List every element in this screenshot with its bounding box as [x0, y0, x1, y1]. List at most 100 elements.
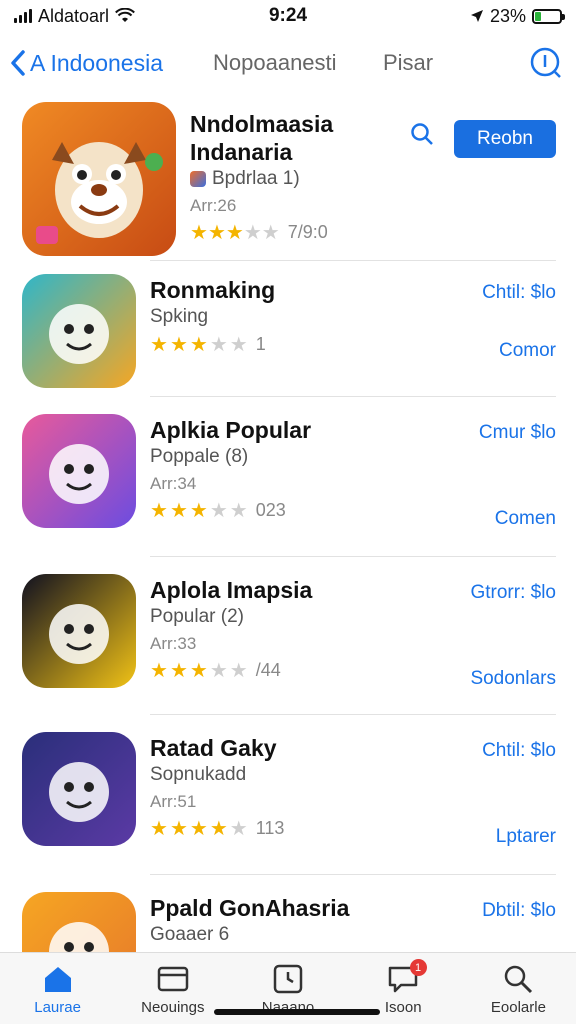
- price-label[interactable]: Chtil: $lo: [482, 282, 556, 304]
- chevron-left-icon: [11, 50, 25, 76]
- app-icon: [22, 274, 136, 388]
- rating: ★ ★ ★ ★ ★ 7/9:0: [190, 222, 333, 243]
- app-subtitle: Bpdrlaa 1): [190, 168, 333, 190]
- rating-count: 023: [255, 500, 286, 520]
- app-meta: Arr:51: [150, 792, 197, 811]
- battery-percent: 23%: [489, 5, 526, 26]
- star-icon: ★: [189, 817, 208, 840]
- rating: ★ ★ ★ ★ ★ 023: [150, 500, 311, 521]
- publisher-icon: [190, 171, 206, 187]
- app-info: Aplkia Popular Poppale (8) Arr:34 ★ ★ ★ ★ ★ 023: [150, 416, 311, 521]
- app-title-line2: Indanaria: [190, 139, 293, 165]
- price-label[interactable]: Gtrorr: $lo: [470, 582, 556, 604]
- action-link[interactable]: Sodonlars: [470, 668, 556, 690]
- home-indicator[interactable]: [214, 1009, 380, 1015]
- back-button[interactable]: A Indoonesia: [10, 50, 185, 77]
- star-icon: ★: [229, 333, 248, 356]
- action-link[interactable]: Comen: [495, 508, 556, 530]
- star-icon: ★: [169, 659, 188, 682]
- app-row[interactable]: Ronmaking Spking ★ ★ ★ ★ ★ 1 Chtil: $lo Comor: [0, 260, 576, 410]
- app-row[interactable]: Aplkia Popular Poppale (8) Arr:34 ★ ★ ★ ★ ★ 023 C…: [0, 396, 576, 550]
- star-icon: ★: [229, 659, 248, 682]
- rating: ★ ★ ★ ★ ★ 1: [150, 334, 275, 355]
- row-separator: [150, 874, 556, 875]
- search-icon: [530, 47, 561, 78]
- app-title: Ronmaking: [150, 277, 276, 303]
- clock-time: 9:24: [268, 5, 308, 26]
- row-separator: [150, 260, 556, 261]
- tab-label: Isoon: [384, 999, 422, 1016]
- star-icon: ★: [169, 499, 188, 522]
- app-icon: [22, 574, 136, 688]
- app-row[interactable]: Ratad Gaky Sopnukadd Arr:51 ★ ★ ★ ★ ★ 113 Chtil: …: [0, 714, 576, 868]
- location-arrow-icon: [470, 10, 483, 22]
- star-icon: ★: [189, 659, 208, 682]
- action-link[interactable]: Lptarer: [496, 826, 556, 848]
- price-label[interactable]: Cmur $lo: [479, 422, 556, 444]
- search-icon: [502, 963, 534, 995]
- home-icon: [42, 963, 74, 995]
- tab-search[interactable]: Eoolarle: [461, 953, 576, 1024]
- star-icon: ★: [261, 221, 280, 244]
- tab-label: Eoolarle: [490, 999, 546, 1016]
- star-icon: ★: [209, 659, 228, 682]
- status-bar: Aldatoarl 9:24 23%: [0, 0, 576, 32]
- app-meta: Arr:26: [190, 196, 237, 215]
- app-artwork-icon: [49, 444, 109, 504]
- star-icon: ★: [209, 817, 228, 840]
- clock-icon: [272, 963, 304, 995]
- app-subtitle-text: Bpdrlaa 1): [212, 168, 300, 189]
- app-artwork-icon: [49, 304, 109, 364]
- star-icon: ★: [209, 499, 228, 522]
- app-subtitle: Sopnukadd: [150, 764, 247, 785]
- rating-count: /44: [255, 660, 281, 680]
- price-label[interactable]: Chtil: $lo: [482, 740, 556, 762]
- rating-count: 1: [255, 334, 266, 354]
- rating: ★ ★ ★ ★ ★/44: [150, 660, 312, 681]
- featured-app-row[interactable]: Nndolmaasia Indanaria Bpdrlaa 1) Arr:26 …: [0, 102, 576, 262]
- row-separator: [150, 714, 556, 715]
- star-icon: ★: [207, 221, 226, 244]
- row-separator: [150, 556, 556, 557]
- app-subtitle: Spking: [150, 306, 209, 327]
- app-title: Aplkia Popular: [150, 417, 312, 443]
- app-meta: Arr:34: [150, 474, 197, 493]
- star-icon: ★: [243, 221, 262, 244]
- featured-search-button[interactable]: [410, 122, 434, 151]
- star-icon: ★: [150, 333, 168, 356]
- star-icon: ★: [190, 221, 208, 244]
- row-separator: [150, 396, 556, 397]
- star-icon: ★: [229, 817, 248, 840]
- app-info: Aplola Imapsia Popular (2) Arr:33 ★ ★ ★ ★ ★/44: [150, 576, 312, 681]
- action-link[interactable]: Comor: [499, 340, 556, 362]
- rating-count: 113: [255, 818, 285, 838]
- star-icon: ★: [225, 221, 244, 244]
- app-artwork-icon: [49, 604, 109, 664]
- nav-search-button[interactable]: [526, 43, 566, 83]
- price-label[interactable]: Dbtil: $lo: [482, 900, 556, 922]
- star-icon: ★: [189, 333, 208, 356]
- rating-stars: ★ ★ ★ ★ ★: [190, 223, 280, 243]
- star-icon: ★: [150, 659, 168, 682]
- app-icon: [22, 102, 176, 256]
- card-icon: [157, 963, 189, 995]
- star-icon: ★: [150, 499, 168, 522]
- back-label: A Indoonesia: [30, 49, 164, 76]
- app-title: Aplola Imapsia: [150, 577, 313, 603]
- app-row[interactable]: Aplola Imapsia Popular (2) Arr:33 ★ ★ ★ ★ ★/44 G…: [0, 556, 576, 710]
- nav-secondary[interactable]: Pisar: [383, 50, 433, 76]
- star-icon: ★: [150, 817, 168, 840]
- rating-count: 7/9:0: [287, 222, 328, 242]
- mascot-icon: [36, 142, 163, 244]
- tab-news[interactable]: Neouings: [115, 953, 230, 1024]
- app-title: Nndolmaasia: [190, 111, 334, 137]
- nav-title[interactable]: Nopoaanesti: [213, 50, 363, 76]
- star-icon: ★: [209, 333, 228, 356]
- tab-label: Laurae: [34, 999, 81, 1016]
- app-info: Ratad Gaky Sopnukadd Arr:51 ★ ★ ★ ★ ★ 113: [150, 734, 284, 839]
- star-icon: ★: [169, 333, 188, 356]
- tab-home[interactable]: Laurae: [0, 953, 115, 1024]
- get-button[interactable]: Reobn: [454, 120, 556, 158]
- app-subtitle: Poppale (8): [150, 446, 249, 467]
- app-icon: [22, 414, 136, 528]
